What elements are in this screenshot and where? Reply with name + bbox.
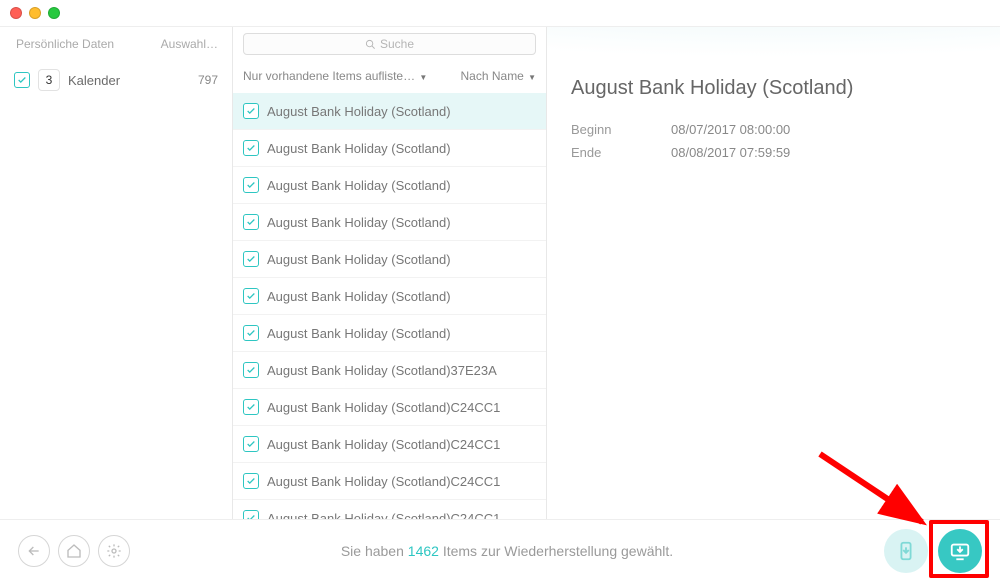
list-item-label: August Bank Holiday (Scotland)	[267, 178, 451, 193]
sidebar-item-label: Kalender	[68, 73, 198, 88]
phone-icon	[895, 540, 917, 562]
sidebar-header-left: Persönliche Daten	[16, 37, 114, 51]
list-item[interactable]: August Bank Holiday (Scotland)37E23A	[233, 352, 546, 389]
list-item-label: August Bank Holiday (Scotland)37E23A	[267, 363, 497, 378]
sidebar: Persönliche Daten Auswahl… 3 Kalender 79…	[0, 27, 233, 519]
checkbox-icon[interactable]	[243, 436, 259, 452]
sidebar-header-right[interactable]: Auswahl…	[161, 37, 218, 51]
list-item-label: August Bank Holiday (Scotland)	[267, 326, 451, 341]
detail-title: August Bank Holiday (Scotland)	[571, 77, 976, 100]
home-button[interactable]	[58, 535, 90, 567]
list-item-label: August Bank Holiday (Scotland)	[267, 215, 451, 230]
footer: Sie haben 1462 Items zur Wiederherstellu…	[0, 519, 1000, 581]
list-item[interactable]: August Bank Holiday (Scotland)	[233, 93, 546, 130]
checkbox-icon[interactable]	[243, 140, 259, 156]
detail-key: Beginn	[571, 122, 671, 137]
list-item[interactable]: August Bank Holiday (Scotland)C24CC1	[233, 389, 546, 426]
detail-value: 08/07/2017 08:00:00	[671, 122, 790, 137]
sort-by-name[interactable]: Nach Name ▼	[461, 69, 537, 83]
checkbox-icon[interactable]	[243, 362, 259, 378]
list-item-label: August Bank Holiday (Scotland)	[267, 141, 451, 156]
checkbox-icon[interactable]	[14, 72, 30, 88]
search-input[interactable]: Suche	[243, 33, 536, 55]
back-button[interactable]	[18, 535, 50, 567]
event-list[interactable]: August Bank Holiday (Scotland) August Ban…	[233, 93, 546, 519]
settings-button[interactable]	[98, 535, 130, 567]
list-item[interactable]: August Bank Holiday (Scotland)	[233, 130, 546, 167]
checkbox-icon[interactable]	[243, 251, 259, 267]
filter-existing-items[interactable]: Nur vorhandene Items aufliste… ▼	[243, 69, 449, 83]
list-item[interactable]: August Bank Holiday (Scotland)	[233, 167, 546, 204]
checkbox-icon[interactable]	[243, 177, 259, 193]
list-item[interactable]: August Bank Holiday (Scotland)C24CC1	[233, 500, 546, 519]
list-item-label: August Bank Holiday (Scotland)C24CC1	[267, 511, 500, 520]
checkbox-icon[interactable]	[243, 510, 259, 519]
list-item-label: August Bank Holiday (Scotland)	[267, 252, 451, 267]
checkbox-icon[interactable]	[243, 214, 259, 230]
recover-to-device-button[interactable]	[884, 529, 928, 573]
list-item[interactable]: August Bank Holiday (Scotland)	[233, 241, 546, 278]
arrow-left-icon	[26, 543, 42, 559]
checkbox-icon[interactable]	[243, 325, 259, 341]
list-item-label: August Bank Holiday (Scotland)C24CC1	[267, 400, 500, 415]
checkbox-icon[interactable]	[243, 288, 259, 304]
checkbox-icon[interactable]	[243, 103, 259, 119]
list-item-label: August Bank Holiday (Scotland)	[267, 104, 451, 119]
list-item-label: August Bank Holiday (Scotland)C24CC1	[267, 474, 500, 489]
footer-status-text: Sie haben 1462 Items zur Wiederherstellu…	[130, 543, 884, 559]
window-close-icon[interactable]	[10, 7, 22, 19]
window-minimize-icon[interactable]	[29, 7, 41, 19]
home-icon	[66, 543, 82, 559]
checkbox-icon[interactable]	[243, 473, 259, 489]
search-icon	[365, 39, 376, 50]
detail-row: Beginn08/07/2017 08:00:00	[571, 118, 976, 141]
search-placeholder: Suche	[380, 37, 414, 51]
recover-to-computer-button[interactable]	[938, 529, 982, 573]
gear-icon	[106, 543, 122, 559]
list-item-label: August Bank Holiday (Scotland)	[267, 289, 451, 304]
detail-panel: August Bank Holiday (Scotland) Beginn08/…	[547, 27, 1000, 519]
chevron-down-icon: ▼	[417, 73, 427, 82]
window-zoom-icon[interactable]	[48, 7, 60, 19]
event-list-panel: Suche Nur vorhandene Items aufliste… ▼ N…	[233, 27, 547, 519]
list-item[interactable]: August Bank Holiday (Scotland)	[233, 315, 546, 352]
sidebar-item-count: 797	[198, 73, 218, 87]
sidebar-item-calendar[interactable]: 3 Kalender 797	[0, 61, 232, 99]
list-item[interactable]: August Bank Holiday (Scotland)	[233, 204, 546, 241]
checkbox-icon[interactable]	[243, 399, 259, 415]
detail-row: Ende08/08/2017 07:59:59	[571, 141, 976, 164]
calendar-icon: 3	[38, 69, 60, 91]
download-to-computer-icon	[949, 540, 971, 562]
list-item[interactable]: August Bank Holiday (Scotland)	[233, 278, 546, 315]
detail-key: Ende	[571, 145, 671, 160]
detail-value: 08/08/2017 07:59:59	[671, 145, 790, 160]
list-item[interactable]: August Bank Holiday (Scotland)C24CC1	[233, 426, 546, 463]
list-item-label: August Bank Holiday (Scotland)C24CC1	[267, 437, 500, 452]
chevron-down-icon: ▼	[526, 73, 536, 82]
list-item[interactable]: August Bank Holiday (Scotland)C24CC1	[233, 463, 546, 500]
